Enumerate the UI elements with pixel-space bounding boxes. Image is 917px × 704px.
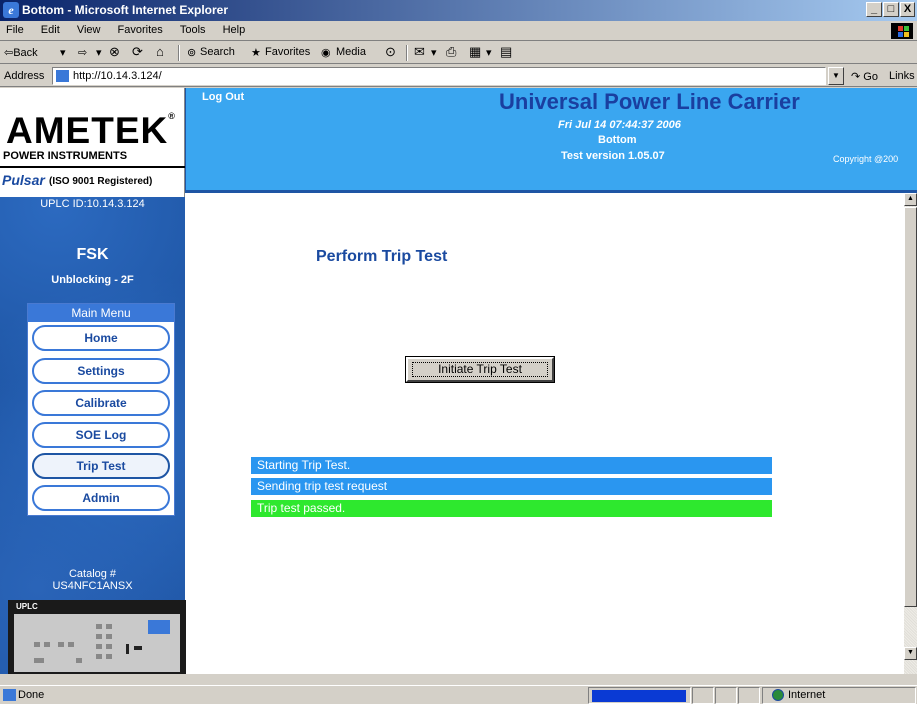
edit-dropdown-icon[interactable]: ▾ xyxy=(486,46,492,59)
status-line-sending: Sending trip test request xyxy=(251,478,772,495)
favorites-button[interactable]: Favorites xyxy=(265,46,310,58)
security-zone: Internet xyxy=(788,689,826,701)
menu-home-button[interactable]: Home xyxy=(32,325,170,351)
menu-tools[interactable]: Tools xyxy=(174,21,214,36)
back-dropdown-icon[interactable]: ▾ xyxy=(60,46,66,59)
go-arrow-icon: ↷ xyxy=(851,71,861,83)
menu-file[interactable]: File xyxy=(0,21,32,36)
menu-trip-test-button[interactable]: Trip Test xyxy=(32,453,170,479)
menu-settings-button[interactable]: Settings xyxy=(32,358,170,384)
favorites-icon: ★ xyxy=(251,47,261,59)
main-menu-title: Main Menu xyxy=(28,304,174,322)
version-label: Test version 1.05.07 xyxy=(561,150,665,162)
close-button[interactable]: X xyxy=(900,2,915,17)
status-pane xyxy=(738,687,760,704)
main-menu: Main Menu Home Settings Calibrate SOE Lo… xyxy=(27,303,175,516)
status-pane xyxy=(715,687,737,704)
forward-dropdown-icon[interactable]: ▾ xyxy=(96,46,102,59)
search-icon: ⊚ xyxy=(187,47,197,59)
title-bar: e Bottom - Microsoft Internet Explorer _… xyxy=(0,0,917,21)
device-label: UPLC xyxy=(16,602,38,611)
scroll-up-icon[interactable]: ▲ xyxy=(904,193,917,206)
stop-button[interactable]: ⊗ xyxy=(109,44,120,60)
minimize-button[interactable]: _ xyxy=(866,2,882,17)
internet-globe-icon xyxy=(772,689,784,701)
zone-pane xyxy=(762,687,916,704)
catalog-label: Catalog # xyxy=(68,568,117,580)
toolbar: ⇦Back ▾ ⇨ ▾ ⊗ ⟳ ⌂ ⊚ Search ★ Favorites ◉… xyxy=(0,42,917,64)
go-label: Go xyxy=(863,71,878,83)
window-title: Bottom - Microsoft Internet Explorer xyxy=(22,3,229,17)
address-input[interactable]: http://10.14.3.124/ xyxy=(52,67,826,85)
address-label: Address xyxy=(4,70,45,82)
status-bar: Done Internet xyxy=(0,685,917,704)
pulsar-logo: Pulsar xyxy=(2,172,45,188)
menu-soe-log-button[interactable]: SOE Log xyxy=(32,422,170,448)
media-icon: ◉ xyxy=(321,47,331,59)
browser-window: e Bottom - Microsoft Internet Explorer _… xyxy=(0,0,917,704)
status-line-starting: Starting Trip Test. xyxy=(251,457,772,474)
logout-link[interactable]: Log Out xyxy=(202,91,244,103)
menu-help[interactable]: Help xyxy=(217,21,254,36)
scroll-down-icon[interactable]: ▼ xyxy=(904,647,917,660)
toolbar-separator xyxy=(406,45,408,61)
menu-bar: File Edit View Favorites Tools Help xyxy=(0,21,917,41)
device-screen xyxy=(148,620,170,634)
scheme-label: Unblocking - 2F xyxy=(51,274,134,286)
toolbar-separator xyxy=(178,45,180,61)
timestamp: Fri Jul 14 07:44:37 2006 xyxy=(558,119,681,131)
address-url: http://10.14.3.124/ xyxy=(73,70,162,82)
uplc-id: UPLC ID:10.14.3.124 xyxy=(40,198,145,210)
page-content: AMETEK® POWER INSTRUMENTS Pulsar (ISO 90… xyxy=(0,88,917,674)
page-done-icon xyxy=(3,689,16,701)
home-button[interactable]: ⌂ xyxy=(156,44,164,59)
media-button[interactable]: Media xyxy=(336,46,366,58)
ametek-logo: AMETEK® xyxy=(6,110,176,151)
progress-bar xyxy=(592,690,686,702)
status-text: Done xyxy=(18,689,45,701)
status-pane xyxy=(692,687,714,704)
logo-subtitle: POWER INSTRUMENTS xyxy=(3,150,128,162)
menu-calibrate-button[interactable]: Calibrate xyxy=(32,390,170,416)
mail-dropdown-icon[interactable]: ▾ xyxy=(431,46,437,59)
refresh-button[interactable]: ⟳ xyxy=(132,44,143,60)
links-button[interactable]: Links xyxy=(889,70,915,82)
edit-button[interactable]: ▦ xyxy=(469,44,481,60)
header-banner: Log Out Universal Power Line Carrier Fri… xyxy=(185,88,917,193)
menu-favorites[interactable]: Favorites xyxy=(112,21,171,36)
back-button[interactable]: ⇦Back xyxy=(4,46,38,59)
vertical-scrollbar[interactable]: ▲ ▼ xyxy=(904,193,917,674)
sidebar: AMETEK® POWER INSTRUMENTS Pulsar (ISO 90… xyxy=(0,88,186,674)
forward-button[interactable]: ⇨ xyxy=(78,46,87,59)
copyright: Copyright @200 xyxy=(833,154,899,164)
menu-view[interactable]: View xyxy=(71,21,109,36)
location-label: Bottom xyxy=(598,134,637,146)
go-button[interactable]: ↷ Go xyxy=(851,70,878,83)
device-image: UPLC xyxy=(8,600,186,674)
maximize-button[interactable]: □ xyxy=(883,2,899,17)
initiate-trip-test-button[interactable]: Initiate Trip Test xyxy=(405,356,555,383)
status-line-passed: Trip test passed. xyxy=(251,500,772,517)
logo-divider xyxy=(0,166,185,168)
catalog-number: US4NFC1ANSX xyxy=(52,580,133,592)
iso-label: (ISO 9001 Registered) xyxy=(49,176,153,187)
page-title: Perform Trip Test xyxy=(316,248,448,265)
windows-logo-icon xyxy=(891,23,913,39)
discuss-button[interactable]: ▤ xyxy=(500,44,512,60)
mail-button[interactable]: ✉ xyxy=(414,44,425,60)
page-icon xyxy=(56,70,69,82)
company-logo: AMETEK® POWER INSTRUMENTS Pulsar (ISO 90… xyxy=(0,88,185,197)
history-button[interactable]: ⊙ xyxy=(385,44,396,60)
mode-label: FSK xyxy=(76,246,109,263)
app-title: Universal Power Line Carrier xyxy=(499,89,800,114)
menu-edit[interactable]: Edit xyxy=(35,21,68,36)
search-button[interactable]: Search xyxy=(200,46,235,58)
ie-icon: e xyxy=(3,2,19,18)
address-bar: Address http://10.14.3.124/ ▼ ↷ Go Links xyxy=(0,65,917,87)
vertical-scroll-thumb[interactable] xyxy=(904,207,917,607)
menu-admin-button[interactable]: Admin xyxy=(32,485,170,511)
address-dropdown-icon[interactable]: ▼ xyxy=(828,67,844,85)
print-button[interactable]: ⎙ xyxy=(446,44,456,60)
